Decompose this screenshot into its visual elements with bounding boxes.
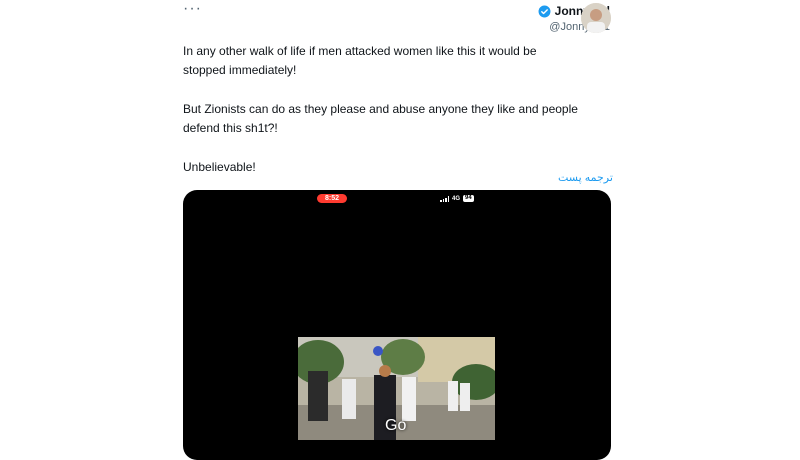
tweet-media[interactable]: 8:52 4G 94 Go bbox=[183, 190, 611, 460]
battery-icon: 94 bbox=[463, 195, 474, 202]
more-options-button[interactable]: ··· bbox=[183, 0, 202, 18]
tweet-text: In any other walk of life if men attacke… bbox=[183, 42, 623, 197]
signal-icon bbox=[440, 195, 449, 202]
tweet-paragraph: Unbelievable! bbox=[183, 160, 256, 174]
translate-post-link[interactable]: ترجمه پست bbox=[558, 171, 613, 184]
network-label: 4G bbox=[452, 195, 461, 202]
video-caption: Go bbox=[385, 417, 407, 434]
phone-status-bar: 4G 94 bbox=[440, 195, 474, 202]
verified-badge-icon bbox=[538, 5, 551, 17]
video-frame[interactable]: Go bbox=[298, 337, 495, 440]
avatar[interactable] bbox=[581, 3, 611, 33]
tweet-paragraph: In any other walk of life if men attacke… bbox=[183, 44, 537, 77]
avatar-image bbox=[581, 3, 611, 33]
tweet-paragraph: But Zionists can do as they please and a… bbox=[183, 102, 578, 135]
status-time: 8:52 bbox=[317, 194, 347, 203]
more-options-icon: ··· bbox=[183, 0, 202, 17]
